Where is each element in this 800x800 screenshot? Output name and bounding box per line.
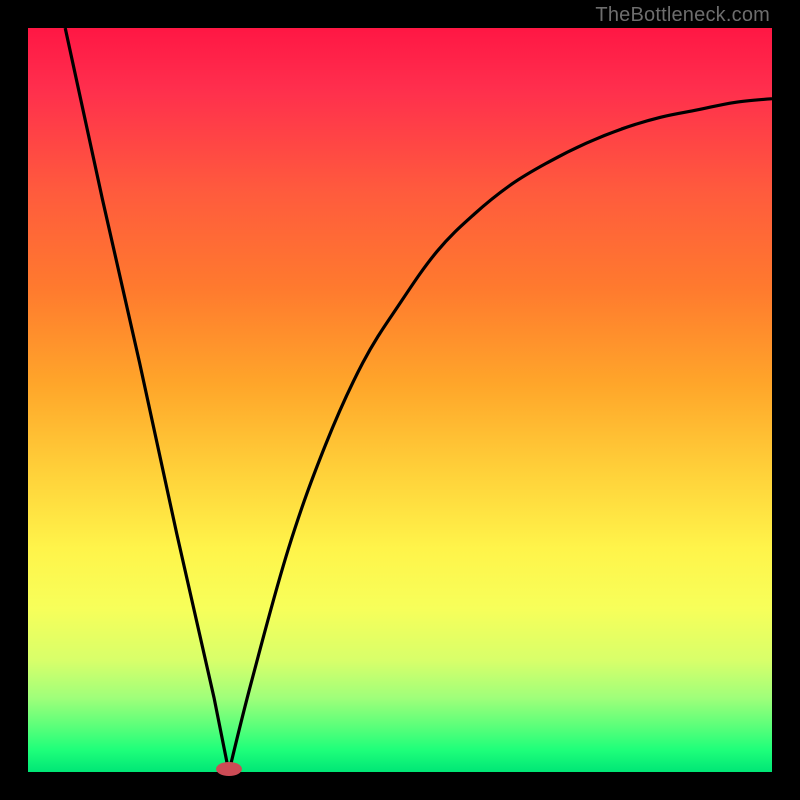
right-branch-line — [229, 99, 772, 772]
minimum-marker — [216, 762, 242, 776]
left-branch-line — [65, 28, 229, 772]
plot-area — [28, 28, 772, 772]
watermark-text: TheBottleneck.com — [595, 4, 770, 27]
curve-layer — [28, 28, 772, 772]
chart-frame: TheBottleneck.com — [0, 0, 800, 800]
